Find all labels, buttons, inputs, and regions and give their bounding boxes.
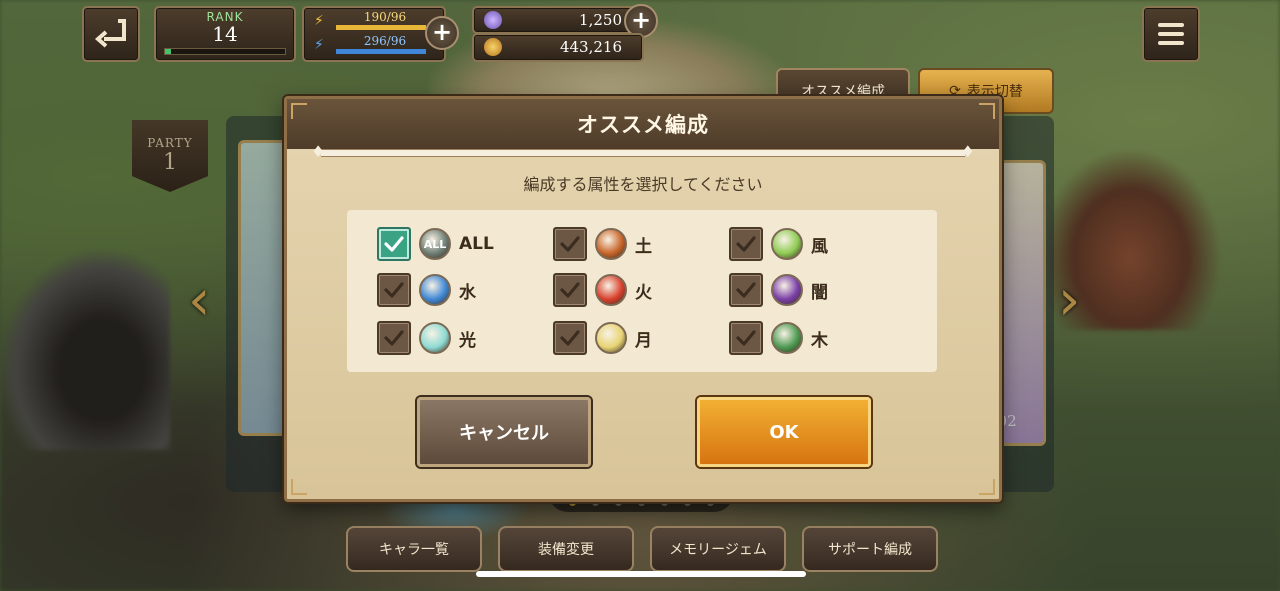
check-icon xyxy=(736,330,756,346)
element-checkbox[interactable] xyxy=(377,227,411,261)
back-arrow-icon xyxy=(94,19,126,48)
element-label: 月 xyxy=(635,330,652,351)
dialog-title: オススメ編成 xyxy=(577,113,709,137)
element-label: 闇 xyxy=(811,282,828,303)
check-icon xyxy=(560,236,580,252)
equipment-change-tab[interactable]: 装備変更 xyxy=(498,526,634,572)
light-element-icon xyxy=(419,322,451,354)
element-option[interactable]: 光 xyxy=(377,320,537,356)
home-indicator[interactable] xyxy=(476,571,806,577)
element-option[interactable]: 風 xyxy=(729,226,889,262)
check-icon xyxy=(384,282,404,298)
element-checkbox[interactable] xyxy=(729,321,763,355)
wind-element-icon xyxy=(771,228,803,260)
element-option[interactable]: 闇 xyxy=(729,272,889,308)
header-divider xyxy=(311,142,975,161)
moon-element-icon xyxy=(595,322,627,354)
element-label: ALL xyxy=(459,234,494,254)
dark-element-icon xyxy=(771,274,803,306)
back-button[interactable] xyxy=(82,6,140,62)
gem-panel: 1,250 xyxy=(472,6,644,34)
element-checkbox[interactable] xyxy=(553,227,587,261)
gem-count: 1,250 xyxy=(579,11,622,29)
wood-element-icon xyxy=(771,322,803,354)
cancel-button[interactable]: キャンセル xyxy=(417,397,591,467)
ok-button[interactable]: OK xyxy=(697,397,871,467)
dialog-prompt: 編成する属性を選択してください xyxy=(523,175,763,194)
character-list-tab[interactable]: キャラ一覧 xyxy=(346,526,482,572)
element-label: 土 xyxy=(635,236,652,257)
check-icon xyxy=(736,282,756,298)
element-checkbox[interactable] xyxy=(729,273,763,307)
bp-value: 296/96 xyxy=(363,34,407,48)
stamina-value: 190/96 xyxy=(363,10,407,24)
memory-gem-tab[interactable]: メモリージェム xyxy=(650,526,786,572)
earth-element-icon xyxy=(595,228,627,260)
element-label: 火 xyxy=(635,282,652,303)
element-option[interactable]: 水 xyxy=(377,272,537,308)
check-icon xyxy=(736,236,756,252)
gold-icon xyxy=(484,38,502,56)
element-option[interactable]: 木 xyxy=(729,320,889,356)
element-option[interactable]: 月 xyxy=(553,320,713,356)
rank-value: 14 xyxy=(212,22,238,46)
gold-panel: 443,216 xyxy=(472,33,644,62)
menu-button[interactable] xyxy=(1142,6,1200,62)
element-checkbox[interactable] xyxy=(553,273,587,307)
recommend-formation-dialog: オススメ編成 編成する属性を選択してください ALL ALL 土 風水 火 闇光 月 木 キャ… xyxy=(284,96,1002,502)
element-checkbox[interactable] xyxy=(377,321,411,355)
element-checkbox[interactable] xyxy=(729,227,763,261)
element-checkbox[interactable] xyxy=(553,321,587,355)
check-icon xyxy=(384,330,404,346)
stamina-icon: ⚡ xyxy=(314,13,324,29)
bp-icon: ⚡ xyxy=(314,37,324,53)
element-label: 水 xyxy=(459,282,476,303)
rank-exp-bar xyxy=(164,48,286,55)
check-icon xyxy=(560,282,580,298)
element-label: 風 xyxy=(811,236,828,257)
element-label: 光 xyxy=(459,330,476,351)
check-icon xyxy=(384,236,404,252)
water-element-icon xyxy=(419,274,451,306)
gold-count: 443,216 xyxy=(559,38,622,56)
element-label: 木 xyxy=(811,330,828,351)
support-formation-tab[interactable]: サポート編成 xyxy=(802,526,938,572)
rank-panel: RANK 14 xyxy=(154,6,296,62)
element-checkbox[interactable] xyxy=(377,273,411,307)
element-option[interactable]: 火 xyxy=(553,272,713,308)
gem-icon xyxy=(484,11,502,29)
element-options-panel: ALL ALL 土 風水 火 闇光 月 木 xyxy=(347,210,937,372)
all-element-icon: ALL xyxy=(419,228,451,260)
element-option[interactable]: ALL ALL xyxy=(377,226,537,262)
add-stamina-button[interactable]: + xyxy=(425,16,459,50)
element-option[interactable]: 土 xyxy=(553,226,713,262)
fire-element-icon xyxy=(595,274,627,306)
check-icon xyxy=(560,330,580,346)
